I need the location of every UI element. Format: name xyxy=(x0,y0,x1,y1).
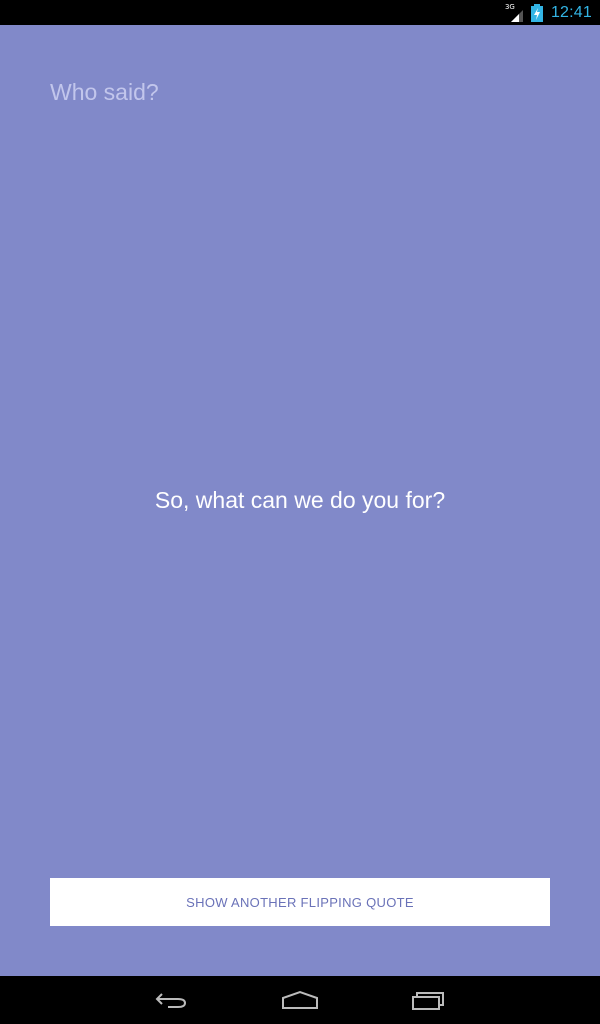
quote-text: So, what can we do you for? xyxy=(154,487,446,513)
back-icon[interactable] xyxy=(142,984,202,1016)
navigation-bar xyxy=(0,976,600,1024)
status-icons: 3G 12:41 xyxy=(505,0,592,25)
quote-screen: Who said? So, what can we do you for? SH… xyxy=(0,25,600,976)
status-bar: 3G 12:41 xyxy=(0,0,600,25)
recent-apps-icon[interactable] xyxy=(398,984,458,1016)
clock: 12:41 xyxy=(550,3,592,21)
signal-icon: 3G xyxy=(505,3,523,22)
home-icon[interactable] xyxy=(270,984,330,1016)
show-another-quote-button[interactable]: SHOW ANOTHER FLIPPING QUOTE xyxy=(50,878,550,926)
battery-charging-icon xyxy=(529,3,545,22)
who-said-label: Who said? xyxy=(50,79,159,105)
